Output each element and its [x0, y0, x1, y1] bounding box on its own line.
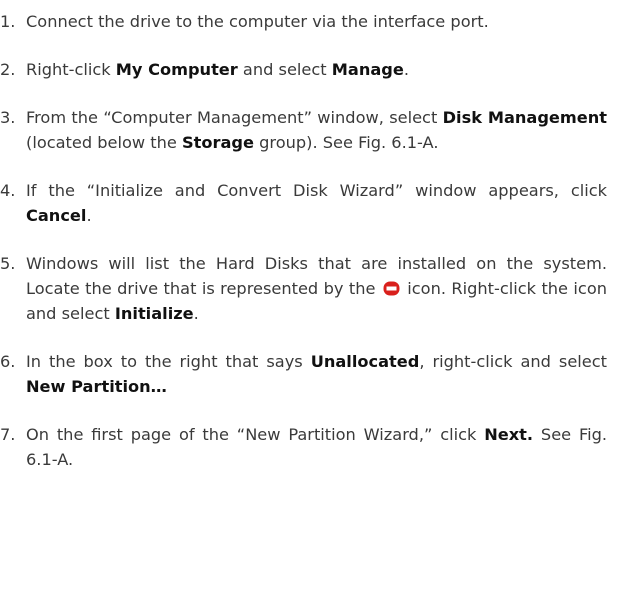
ui-term-next: Next. — [484, 425, 534, 444]
step-7: 7. On the first page of the “New Partiti… — [0, 422, 607, 472]
step-5: 5. Windows will list the Hard Disks that… — [0, 251, 607, 326]
step-2: 2. Right-click My Computer and select Ma… — [0, 57, 607, 82]
step-3: 3. From the “Computer Management” window… — [0, 105, 607, 155]
ui-term-storage: Storage — [182, 133, 254, 152]
ui-term-cancel: Cancel — [26, 206, 87, 225]
step-text: From the “Computer Management” window, s… — [26, 108, 607, 152]
step-text: Right-click My Computer and select Manag… — [26, 60, 409, 79]
ui-term-new-partition: New Partition… — [26, 377, 167, 396]
step-6: 6. In the box to the right that says Una… — [0, 349, 607, 399]
step-4: 4. If the “Initialize and Convert Disk W… — [0, 178, 607, 228]
step-text: On the first page of the “New Partition … — [26, 425, 607, 469]
step-number: 3. — [0, 108, 16, 127]
step-text: Windows will list the Hard Disks that ar… — [26, 254, 607, 323]
step-number: 5. — [0, 254, 16, 273]
instruction-steps: 1. Connect the drive to the computer via… — [0, 9, 607, 472]
ui-term-unallocated: Unallocated — [310, 352, 420, 371]
instruction-page: 1. Connect the drive to the computer via… — [0, 0, 629, 591]
step-number: 1. — [0, 12, 16, 31]
ui-term-initialize: Initialize — [114, 304, 194, 323]
ui-term-disk-management: Disk Management — [442, 108, 607, 127]
step-text: In the box to the right that says Unallo… — [26, 352, 607, 396]
step-number: 4. — [0, 181, 16, 200]
step-number: 6. — [0, 352, 16, 371]
ui-term-manage: Manage — [331, 60, 404, 79]
step-number: 2. — [0, 60, 16, 79]
step-text: Connect the drive to the computer via th… — [26, 12, 489, 31]
ui-term-my-computer: My Computer — [115, 60, 238, 79]
step-1: 1. Connect the drive to the computer via… — [0, 9, 607, 34]
step-number: 7. — [0, 425, 16, 444]
step-text: If the “Initialize and Convert Disk Wiza… — [26, 181, 607, 225]
disk-not-initialized-icon — [383, 281, 400, 296]
